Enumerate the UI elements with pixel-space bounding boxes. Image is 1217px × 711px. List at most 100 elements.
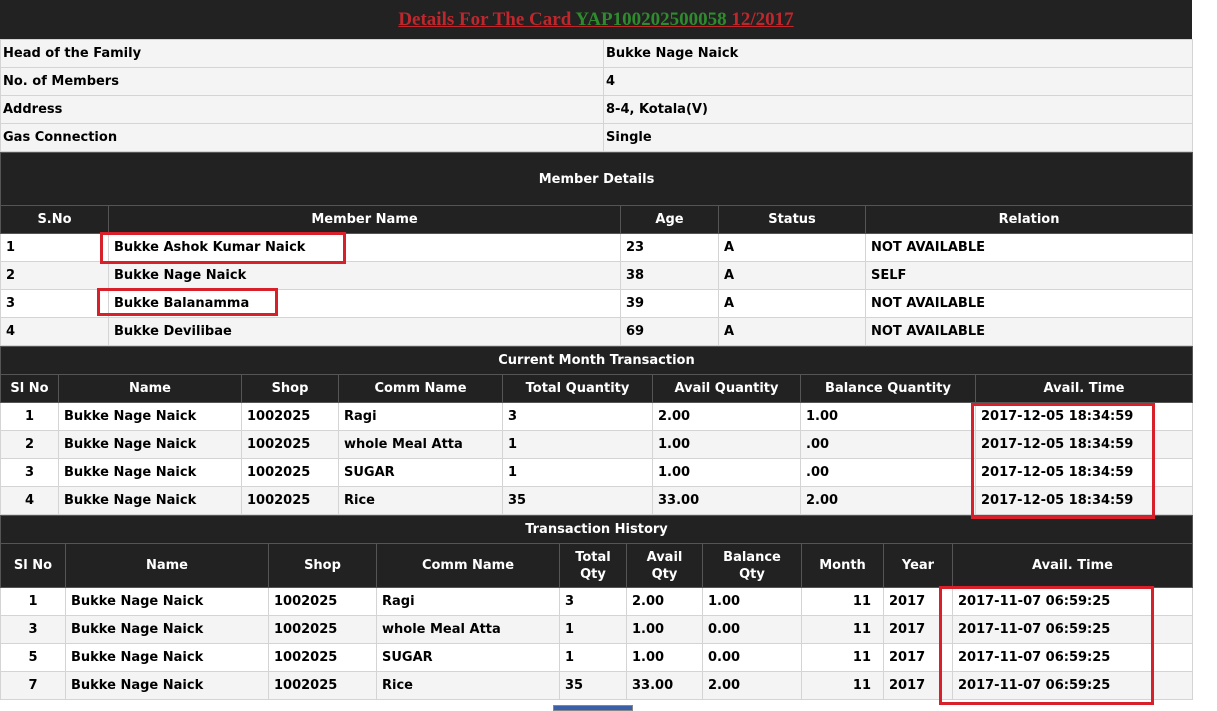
col-header: Shop [268, 543, 377, 588]
info-label: No. of Members [0, 67, 604, 96]
cell: Bukke Nage Naick [108, 261, 621, 290]
col-header: Comm Name [338, 374, 503, 403]
table-row: 7 Bukke Nage Naick 1002025 Rice 35 33.00 2.00 1… [0, 671, 1193, 700]
cell: 1002025 [241, 430, 339, 459]
cell: NOT AVAILABLE [864, 289, 1194, 318]
col-header: Avail Quantity [652, 374, 801, 403]
table-row: 1 Bukke Nage Naick 1002025 Ragi 3 2.00 1.00 201… [0, 402, 1193, 431]
cell: 11 [801, 643, 884, 672]
table-row: 4 Bukke Nage Naick 1002025 Rice 35 33.00 2.00 2… [0, 486, 1193, 515]
cell: .00 [800, 430, 976, 459]
cell: 2017 [883, 587, 953, 616]
cell: 33.00 [626, 671, 703, 700]
cell: 3 [559, 587, 627, 616]
cell: 35 [559, 671, 627, 700]
card-details-page: Details For The Card YAP100202500058 12/… [0, 0, 1194, 700]
info-value: Single [603, 123, 1193, 152]
cell: SELF [864, 261, 1194, 290]
cell: 2017-11-07 06:59:25 [952, 587, 1193, 616]
table-row: 3 Bukke Balanamma 39 A NOT AVAILABLE [0, 289, 1194, 318]
cell: 1002025 [268, 587, 377, 616]
cell: NOT AVAILABLE [864, 233, 1194, 262]
col-header: Year [883, 543, 953, 588]
cell: 1002025 [268, 643, 377, 672]
cell: 11 [801, 615, 884, 644]
info-value: 8-4, Kotala(V) [603, 95, 1193, 124]
cell: 2017-11-07 06:59:25 [952, 671, 1193, 700]
col-header: Shop [241, 374, 339, 403]
cell: 2.00 [702, 671, 802, 700]
cell: Bukke Nage Naick [65, 643, 269, 672]
table-row: 1 Bukke Ashok Kumar Naick 23 A NOT AVAILABLE [0, 233, 1194, 262]
cell: 1 [502, 430, 653, 459]
cell: Rice [376, 671, 560, 700]
col-header: Balance Qty [702, 543, 802, 588]
cell: 2.00 [652, 402, 801, 431]
cell: 3 [502, 402, 653, 431]
table-row: 3 Bukke Nage Naick 1002025 whole Meal Atta 1… [0, 615, 1193, 644]
cell: Bukke Balanamma [108, 289, 621, 318]
info-label: Address [0, 95, 604, 124]
page-title: Details For The Card YAP100202500058 12/… [398, 9, 793, 31]
col-header: Avail Qty [626, 543, 703, 588]
cell: 2017-11-07 06:59:25 [952, 615, 1193, 644]
cell: 1002025 [241, 458, 339, 487]
col-header: Sl No [0, 374, 59, 403]
table-row: 1 Bukke Nage Naick 1002025 Ragi 3 2.00 1.00 11 2… [0, 587, 1193, 616]
info-value: 4 [603, 67, 1193, 96]
cell: 1 [0, 587, 66, 616]
title-period: 12/2017 [726, 8, 794, 30]
col-header: Comm Name [376, 543, 560, 588]
cell: 1 [502, 458, 653, 487]
col-header: Sl No [0, 543, 66, 588]
cell: 2017 [883, 671, 953, 700]
col-header: Total Qty [559, 543, 627, 588]
cell: A [718, 289, 866, 318]
table-row: 3 Bukke Nage Naick 1002025 SUGAR 1 1.00.00 201… [0, 458, 1193, 487]
col-header: Avail. Time [952, 543, 1193, 588]
partial-button[interactable] [553, 705, 633, 711]
info-row: Head of the Family Bukke Nage Naick [0, 39, 1193, 68]
cell: 1.00 [800, 402, 976, 431]
info-value: Bukke Nage Naick [603, 39, 1193, 68]
cell: Ragi [376, 587, 560, 616]
member-details-title: Member Details [0, 152, 1194, 206]
info-row: Gas Connection Single [0, 123, 1193, 152]
table-row: 2 Bukke Nage Naick 1002025 whole Meal Atta 1… [0, 430, 1193, 459]
col-header: S.No [0, 205, 109, 234]
cell: Ragi [338, 402, 503, 431]
cell: Bukke Nage Naick [58, 402, 242, 431]
cell: Bukke Nage Naick [58, 458, 242, 487]
cell: 4 [0, 486, 59, 515]
cell: Rice [338, 486, 503, 515]
cell: 38 [620, 261, 719, 290]
col-header: Name [65, 543, 269, 588]
cell: Bukke Nage Naick [58, 430, 242, 459]
cell: Bukke Ashok Kumar Naick [108, 233, 621, 262]
cell: 1.00 [626, 643, 703, 672]
col-header: Total Quantity [502, 374, 653, 403]
cell: Bukke Nage Naick [65, 671, 269, 700]
cell: 1 [0, 233, 109, 262]
cell: 2017 [883, 615, 953, 644]
col-header: Month [801, 543, 884, 588]
cell: 5 [0, 643, 66, 672]
cell: .00 [800, 458, 976, 487]
cell: 1 [559, 615, 627, 644]
cell: 1 [559, 643, 627, 672]
col-header: Age [620, 205, 719, 234]
col-header: Balance Quantity [800, 374, 976, 403]
cell: 23 [620, 233, 719, 262]
cell: whole Meal Atta [376, 615, 560, 644]
info-row: Address 8-4, Kotala(V) [0, 95, 1193, 124]
cell: 2.00 [800, 486, 976, 515]
cell: A [718, 317, 866, 346]
col-header: Name [58, 374, 242, 403]
cell: NOT AVAILABLE [864, 317, 1194, 346]
cell: 2 [0, 261, 109, 290]
cell: 39 [620, 289, 719, 318]
title-prefix: Details For The Card [398, 8, 576, 30]
cell: 4 [0, 317, 109, 346]
cell: 35 [502, 486, 653, 515]
title-bar: Details For The Card YAP100202500058 12/… [0, 0, 1192, 39]
